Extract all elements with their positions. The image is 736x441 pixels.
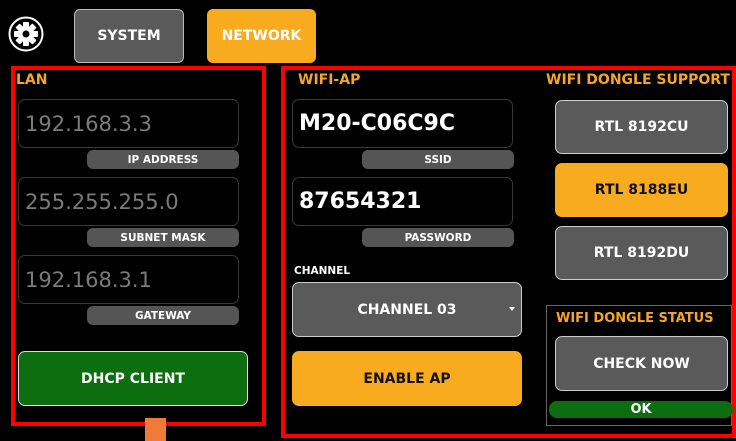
ip-address-label: IP ADDRESS bbox=[87, 150, 239, 169]
scroll-handle bbox=[145, 418, 166, 441]
dhcp-client-button[interactable]: DHCP CLIENT bbox=[18, 351, 248, 406]
ssid-field[interactable]: M20-C06C9C bbox=[292, 99, 513, 148]
channel-label: CHANNEL bbox=[294, 265, 351, 277]
dongle-option-rtl8192du[interactable]: RTL 8192DU bbox=[555, 226, 728, 280]
status-badge: OK bbox=[549, 401, 733, 418]
channel-selected-value: CHANNEL 03 bbox=[357, 301, 457, 318]
wifi-dongle-support-title: WIFI DONGLE SUPPORT bbox=[546, 72, 730, 88]
password-field[interactable]: 87654321 bbox=[292, 177, 513, 226]
gateway-label: GATEWAY bbox=[87, 306, 239, 325]
check-now-button[interactable]: CHECK NOW bbox=[555, 336, 728, 391]
subnet-mask-field[interactable]: 255.255.255.0 bbox=[18, 177, 239, 226]
dongle-option-rtl8192cu[interactable]: RTL 8192CU bbox=[555, 100, 728, 154]
channel-select[interactable]: CHANNEL 03 bbox=[292, 282, 522, 337]
ip-address-field[interactable]: 192.168.3.3 bbox=[18, 99, 239, 148]
lan-title: LAN bbox=[16, 72, 48, 88]
password-label: PASSWORD bbox=[362, 228, 514, 247]
gateway-field[interactable]: 192.168.3.1 bbox=[18, 255, 239, 304]
wifi-ap-title: WIFI-AP bbox=[298, 72, 361, 88]
gear-icon[interactable] bbox=[8, 16, 44, 52]
ssid-label: SSID bbox=[362, 150, 514, 169]
tab-network[interactable]: NETWORK bbox=[207, 9, 316, 63]
wifi-dongle-status-title: WIFI DONGLE STATUS bbox=[556, 311, 714, 326]
caret-down-icon bbox=[509, 307, 515, 311]
enable-ap-button[interactable]: ENABLE AP bbox=[292, 351, 522, 406]
tab-system[interactable]: SYSTEM bbox=[74, 9, 184, 63]
subnet-mask-label: SUBNET MASK bbox=[87, 228, 239, 247]
dongle-option-rtl8188eu[interactable]: RTL 8188EU bbox=[555, 163, 728, 217]
